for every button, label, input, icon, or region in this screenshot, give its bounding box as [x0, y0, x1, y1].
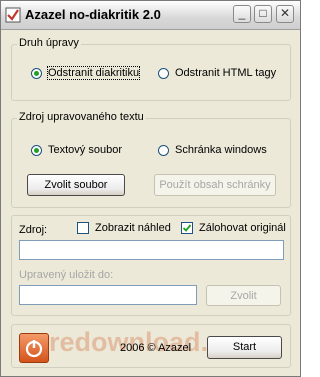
- radio-remove-html[interactable]: Odstranit HTML tagy: [158, 67, 276, 79]
- radio-remove-diacritics-label: Odstranit diakritiku: [46, 66, 141, 80]
- checkbox-unchecked-icon: [77, 222, 89, 234]
- radio-remove-diacritics[interactable]: Odstranit diakritiku: [31, 66, 141, 80]
- preview-checkbox[interactable]: Zobrazit náhled: [77, 222, 171, 234]
- radio-unselected-icon: [158, 67, 169, 79]
- source-path-input[interactable]: [19, 240, 284, 260]
- backup-checkbox[interactable]: Zálohovat originál: [181, 222, 286, 234]
- save-to-label: Upravený uložit do:: [19, 269, 114, 281]
- source-label: Zdroj:: [19, 224, 48, 236]
- backup-label: Zálohovat originál: [199, 222, 286, 234]
- radio-unselected-icon: [158, 144, 169, 156]
- radio-text-file-label: Textový soubor: [48, 144, 122, 156]
- power-icon: [25, 340, 43, 358]
- start-button[interactable]: Start: [207, 336, 282, 359]
- checkbox-checked-icon: [181, 222, 193, 234]
- app-logo: [19, 333, 49, 363]
- source-group-legend: Zdroj upravovaného textu: [17, 111, 146, 123]
- radio-text-file[interactable]: Textový soubor: [31, 144, 122, 156]
- minimize-icon: _: [238, 6, 246, 20]
- use-clipboard-button[interactable]: Použít obsah schránky: [154, 174, 276, 196]
- maximize-button[interactable]: □: [254, 5, 272, 23]
- choose-file-button[interactable]: Zvolit soubor: [27, 174, 125, 196]
- app-window: Azazel no-diakritik 2.0 _ □ ✕ Druh úprav…: [0, 0, 301, 377]
- mode-group-legend: Druh úpravy: [17, 37, 81, 49]
- close-icon: ✕: [279, 6, 291, 20]
- preview-label: Zobrazit náhled: [95, 222, 171, 234]
- save-path-input[interactable]: [19, 285, 197, 305]
- window-title: Azazel no-diakritik 2.0: [25, 7, 161, 22]
- copyright-text: 2006 © Azazel: [120, 342, 192, 354]
- close-button[interactable]: ✕: [276, 5, 294, 23]
- minimize-button[interactable]: _: [233, 5, 251, 23]
- app-check-icon: [5, 7, 21, 23]
- radio-selected-icon: [31, 144, 42, 156]
- choose-output-button[interactable]: Zvolit: [206, 285, 281, 306]
- radio-clipboard[interactable]: Schránka windows: [158, 144, 267, 156]
- radio-selected-icon: [31, 67, 42, 79]
- title-bar[interactable]: Azazel no-diakritik 2.0 _ □ ✕: [1, 1, 300, 30]
- radio-clipboard-label: Schránka windows: [175, 144, 267, 156]
- maximize-icon: □: [259, 6, 267, 20]
- radio-remove-html-label: Odstranit HTML tagy: [175, 67, 277, 79]
